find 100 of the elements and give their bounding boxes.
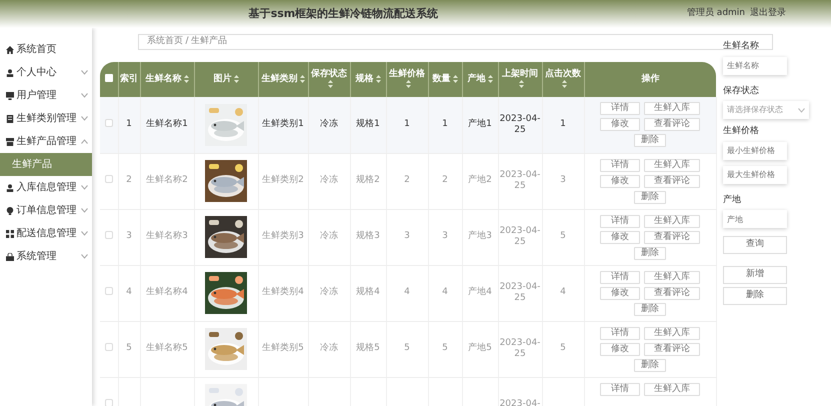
action-button[interactable]: 生鲜入库 — [644, 102, 700, 116]
delete-button[interactable]: 删除 — [723, 286, 787, 304]
action-button[interactable]: 详情 — [600, 158, 640, 172]
sidebar-item[interactable]: 生鲜产品管理 — [0, 130, 92, 153]
select-all-checkbox[interactable] — [104, 74, 113, 82]
delete-button[interactable]: 删除 — [634, 358, 666, 372]
name-cell: 生鲜名称3 — [146, 231, 188, 242]
input-field[interactable]: 生鲜名称 — [723, 56, 787, 74]
user-icon — [6, 68, 14, 76]
clicks-cell: 3 — [560, 175, 566, 186]
breadcrumb-current: 生鲜产品 — [191, 35, 228, 48]
action-button[interactable]: 查看评论 — [644, 230, 700, 244]
monitor-icon — [6, 92, 14, 100]
action-button[interactable]: 生鲜入库 — [644, 270, 700, 284]
column-header[interactable]: 生鲜名称 — [146, 74, 182, 84]
action-button[interactable]: 生鲜入库 — [644, 214, 700, 228]
app-title: 基于ssm框架的生鲜冷链物流配送系统 — [248, 6, 438, 20]
breadcrumb-link[interactable]: 系统首页 — [147, 35, 183, 49]
date-cell: 2023-04-25 — [500, 170, 540, 191]
spec-cell: 规格4 — [356, 287, 380, 298]
column-header[interactable]: 规格 — [356, 74, 374, 84]
status-cell: 冷冻 — [320, 175, 338, 186]
grid-icon — [6, 230, 14, 238]
column-header[interactable]: 产地 — [468, 74, 486, 84]
action-button[interactable]: 修改 — [600, 230, 640, 244]
row-checkbox[interactable] — [104, 342, 113, 351]
action-button[interactable]: 修改 — [600, 286, 640, 300]
select-field[interactable]: 请选择保存状态 — [723, 101, 809, 119]
delete-button[interactable]: 删除 — [634, 246, 666, 260]
date-cell: 2023-04-25 — [500, 338, 540, 359]
action-button[interactable]: 详情 — [600, 270, 640, 284]
sidebar-subitem[interactable]: 生鲜产品 — [0, 153, 92, 176]
action-button[interactable]: 详情 — [600, 214, 640, 228]
sidebar-item[interactable]: 系统首页 — [0, 38, 92, 61]
category-cell: 生鲜类别5 — [262, 343, 304, 354]
logout-link[interactable]: 退出登录 — [750, 7, 786, 21]
price-cell: 4 — [404, 287, 410, 298]
sidebar-item[interactable]: 生鲜类别管理 — [0, 107, 92, 130]
sidebar-item[interactable]: 个人中心 — [0, 61, 92, 84]
row-checkbox[interactable] — [104, 174, 113, 183]
date-cell: 2023-04-25 — [500, 282, 540, 303]
origin-cell: 产地5 — [468, 343, 492, 354]
quantity-cell: 2 — [442, 175, 448, 186]
input-field[interactable]: 产地 — [723, 210, 787, 228]
lock-icon — [6, 252, 14, 260]
action-button[interactable]: 查看评论 — [644, 342, 700, 356]
column-header[interactable]: 数量 — [432, 74, 450, 84]
index-cell: 1 — [126, 119, 132, 130]
row-checkbox[interactable] — [104, 398, 113, 406]
clicks-cell: 5 — [560, 231, 566, 242]
action-button[interactable]: 查看评论 — [644, 174, 700, 188]
input-field[interactable]: 最大生鲜价格 — [723, 166, 787, 184]
name-cell: 生鲜名称4 — [146, 287, 188, 298]
date-cell: 2023-04-25 — [500, 226, 540, 247]
column-header[interactable]: 操作 — [641, 74, 660, 84]
delete-button[interactable]: 删除 — [634, 190, 666, 204]
action-button[interactable]: 生鲜入库 — [644, 158, 700, 172]
date-cell: 2023-04-25 — [500, 114, 540, 135]
input-field[interactable]: 最小生鲜价格 — [723, 142, 787, 160]
row-checkbox[interactable] — [104, 118, 113, 127]
origin-cell: 产地3 — [468, 231, 492, 242]
delete-button[interactable]: 删除 — [634, 302, 666, 316]
delete-button[interactable]: 删除 — [634, 134, 666, 148]
action-button[interactable]: 生鲜入库 — [644, 382, 700, 396]
column-header[interactable]: 图片 — [214, 74, 232, 84]
spec-cell: 规格5 — [356, 343, 380, 354]
row-checkbox[interactable] — [104, 286, 113, 295]
query-button[interactable]: 查询 — [723, 236, 787, 254]
action-button[interactable]: 查看评论 — [644, 118, 700, 132]
user-icon — [6, 184, 14, 192]
action-button[interactable]: 详情 — [600, 382, 640, 396]
action-button[interactable]: 修改 — [600, 118, 640, 132]
action-button[interactable]: 生鲜入库 — [644, 326, 700, 340]
action-button[interactable]: 详情 — [600, 326, 640, 340]
price-cell: 5 — [404, 343, 410, 354]
chevron-icon — [798, 108, 805, 112]
box-icon — [6, 138, 14, 146]
status-cell: 冷冻 — [320, 231, 338, 242]
action-button[interactable]: 查看评论 — [644, 286, 700, 300]
sidebar-item[interactable]: 用户管理 — [0, 84, 92, 107]
action-button[interactable]: 修改 — [600, 342, 640, 356]
index-cell: 5 — [126, 343, 132, 354]
action-button[interactable]: 详情 — [600, 102, 640, 116]
clicks-cell: 4 — [560, 287, 566, 298]
price-cell: 2 — [404, 175, 410, 186]
sidebar-item[interactable]: 配送信息管理 — [0, 222, 92, 245]
add-button[interactable]: 新增 — [723, 266, 787, 284]
row-checkbox[interactable] — [104, 230, 113, 239]
field-label: 产地 — [723, 194, 742, 206]
origin-cell: 产地2 — [468, 175, 492, 186]
action-button[interactable]: 修改 — [600, 174, 640, 188]
category-cell: 生鲜类别4 — [262, 287, 304, 298]
spec-cell: 规格3 — [356, 231, 380, 242]
spec-cell: 规格1 — [356, 119, 380, 130]
sidebar-item[interactable]: 入库信息管理 — [0, 176, 92, 199]
origin-cell: 产地4 — [468, 287, 492, 298]
index-cell: 4 — [126, 287, 132, 298]
name-cell: 生鲜名称2 — [146, 175, 188, 186]
sidebar-item[interactable]: 系统管理 — [0, 245, 92, 268]
sidebar-item[interactable]: 订单信息管理 — [0, 199, 92, 222]
